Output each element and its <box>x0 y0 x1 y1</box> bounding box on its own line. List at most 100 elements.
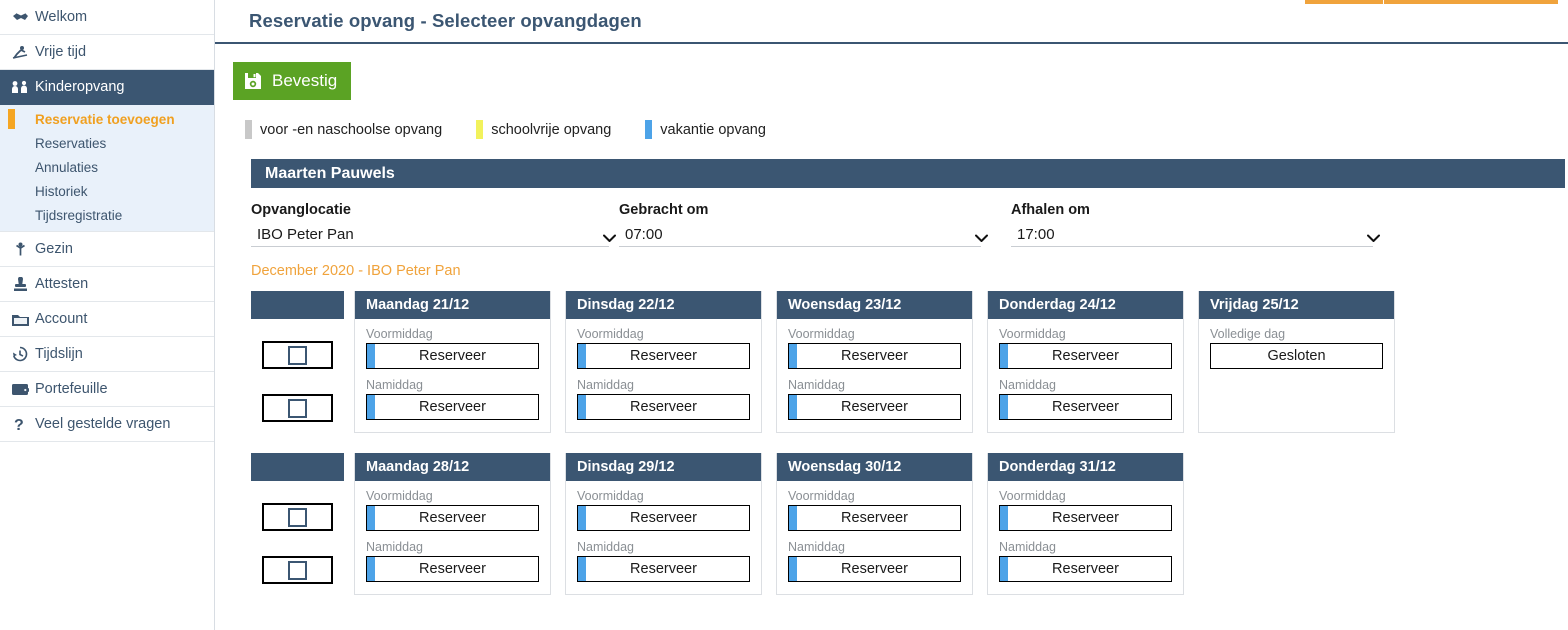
legend-label: schoolvrije opvang <box>491 121 612 138</box>
sidebar: Welkom Vrije tijd Kinderopvang Reservatie t… <box>0 0 215 630</box>
wallet-icon <box>10 381 30 397</box>
reserve-button[interactable]: Reserveer <box>788 343 961 369</box>
slot-type-color-bar <box>789 557 797 581</box>
day-card: Dinsdag 29/12 Voormiddag Reserveer Namiddag… <box>565 453 762 595</box>
sidebar-subitem-reservatie-toevoegen[interactable]: Reservatie toevoegen <box>0 107 214 131</box>
checkbox-square-icon <box>288 345 307 365</box>
slot-type-color-bar <box>578 344 586 368</box>
slot-label: Namiddag <box>999 378 1056 392</box>
slot-type-color-bar <box>367 344 375 368</box>
reserve-button[interactable]: Reserveer <box>577 505 750 531</box>
day-card-body: Voormiddag Reserveer Namiddag Reserveer <box>777 481 972 594</box>
select-row-checkbox[interactable] <box>262 503 333 531</box>
day-card-title: Maandag 28/12 <box>355 453 550 481</box>
slot-label: Voormiddag <box>788 327 855 341</box>
legend-entry: voor -en naschoolse opvang <box>245 120 442 139</box>
day-card-body: Volledige dag Gesloten <box>1199 319 1394 424</box>
reserve-button[interactable]: Reserveer <box>577 394 750 420</box>
slot-type-color-bar <box>789 395 797 419</box>
day-card-title: Vrijdag 25/12 <box>1199 291 1394 319</box>
slot-label: Voormiddag <box>366 489 433 503</box>
content-area: Bevestig voor -en naschoolse opvang schoo… <box>215 44 1568 595</box>
reserve-button[interactable]: Reserveer <box>999 556 1172 582</box>
select-row-checkbox[interactable] <box>262 341 333 369</box>
history-clock-icon <box>10 346 30 362</box>
reserve-button[interactable]: Reserveer <box>366 505 539 531</box>
select-column-body <box>251 481 344 584</box>
day-card: Vrijdag 25/12 Volledige dag Gesloten <box>1198 291 1395 433</box>
reserve-button[interactable]: Reserveer <box>788 505 961 531</box>
calendar-grid: Maandag 21/12 Voormiddag Reserveer Namiddag… <box>233 291 1568 595</box>
select-row-checkbox[interactable] <box>262 394 333 422</box>
day-card-title: Dinsdag 22/12 <box>566 291 761 319</box>
sidebar-item-tijdslijn[interactable]: Tijdslijn <box>0 337 214 372</box>
legend-color-swatch <box>245 120 252 139</box>
slot-label: Voormiddag <box>788 489 855 503</box>
slot-action-label: Reserveer <box>630 510 697 526</box>
legend-entry: schoolvrije opvang <box>476 120 611 139</box>
main-content: Reservatie opvang - Selecteer opvangdage… <box>215 0 1568 630</box>
sidebar-subitem-historiek[interactable]: Historiek <box>0 179 214 203</box>
slot-label: Voormiddag <box>999 327 1066 341</box>
sidebar-item-veel-gestelde-vragen[interactable]: ? Veel gestelde vragen <box>0 407 214 442</box>
opvanglocatie-select[interactable]: IBO Peter Pan <box>251 222 616 247</box>
reservation-form: Opvanglocatie IBO Peter Pan Gebracht om … <box>251 202 1568 247</box>
sidebar-item-vrije-tijd[interactable]: Vrije tijd <box>0 35 214 70</box>
sidebar-item-label: Tijdslijn <box>35 346 83 362</box>
afhalen-om-select[interactable]: 17:00 <box>1011 222 1380 247</box>
reserve-button[interactable]: Reserveer <box>366 394 539 420</box>
sidebar-item-attesten[interactable]: Attesten <box>0 267 214 302</box>
sidebar-item-account[interactable]: Account <box>0 302 214 337</box>
slot-type-color-bar <box>789 344 797 368</box>
reserve-button[interactable]: Reserveer <box>788 394 961 420</box>
day-card: Donderdag 24/12 Voormiddag Reserveer Namidd… <box>987 291 1184 433</box>
day-card: Maandag 21/12 Voormiddag Reserveer Namiddag… <box>354 291 551 433</box>
reserve-button[interactable]: Reserveer <box>366 556 539 582</box>
app-root: Welkom Vrije tijd Kinderopvang Reservatie t… <box>0 0 1568 630</box>
slot-type-color-bar <box>367 557 375 581</box>
reserve-button[interactable]: Reserveer <box>999 343 1172 369</box>
svg-text:?: ? <box>14 417 24 432</box>
sidebar-subitem-reservaties[interactable]: Reservaties <box>0 131 214 155</box>
day-card: Woensdag 23/12 Voormiddag Reserveer Namidda… <box>776 291 973 433</box>
slot-action-label: Reserveer <box>419 510 486 526</box>
reserve-button[interactable]: Reserveer <box>788 556 961 582</box>
top-orange-tab-indicator <box>1305 0 1558 4</box>
slot-action-label: Reserveer <box>419 561 486 577</box>
day-card-title: Woensdag 23/12 <box>777 291 972 319</box>
sidebar-subitem-tijdsregistratie[interactable]: Tijdsregistratie <box>0 203 214 227</box>
sidebar-subitem-annulaties[interactable]: Annulaties <box>0 155 214 179</box>
sidebar-item-portefeuille[interactable]: Portefeuille <box>0 372 214 407</box>
gebracht-om-value: 07:00 <box>625 225 663 243</box>
reserve-button[interactable]: Reserveer <box>366 343 539 369</box>
sidebar-subitem-label: Reservaties <box>35 135 107 151</box>
reserve-button[interactable]: Reserveer <box>577 556 750 582</box>
sidebar-item-kinderopvang[interactable]: Kinderopvang <box>0 70 214 105</box>
family-icon <box>10 241 30 257</box>
checkbox-square-icon <box>288 560 307 580</box>
reserve-button[interactable]: Reserveer <box>577 343 750 369</box>
checkbox-square-icon <box>288 398 307 418</box>
day-card-title: Maandag 21/12 <box>355 291 550 319</box>
slot-action-label: Reserveer <box>841 561 908 577</box>
reserve-button[interactable]: Reserveer <box>999 505 1172 531</box>
confirm-button[interactable]: Bevestig <box>233 62 352 100</box>
handshake-icon <box>10 9 30 25</box>
day-card-body: Voormiddag Reserveer Namiddag Reserveer <box>566 481 761 594</box>
sidebar-item-gezin[interactable]: Gezin <box>0 232 214 267</box>
page-title-bar: Reservatie opvang - Selecteer opvangdage… <box>215 0 1568 44</box>
reserve-button[interactable]: Reserveer <box>999 394 1172 420</box>
slot-action-label: Reserveer <box>1052 399 1119 415</box>
slot-label: Namiddag <box>788 540 845 554</box>
slot-action-label: Reserveer <box>419 399 486 415</box>
sidebar-item-welkom[interactable]: Welkom <box>0 0 214 35</box>
folder-icon <box>10 311 30 327</box>
calendar-week-row: Maandag 28/12 Voormiddag Reserveer Namiddag… <box>251 453 1568 595</box>
gebracht-om-select[interactable]: 07:00 <box>619 222 988 247</box>
slot-label: Namiddag <box>577 540 634 554</box>
slot-label: Namiddag <box>788 378 845 392</box>
legend-label: vakantie opvang <box>660 121 766 138</box>
slot-action-label: Reserveer <box>630 399 697 415</box>
children-icon <box>10 79 30 95</box>
select-row-checkbox[interactable] <box>262 556 333 584</box>
